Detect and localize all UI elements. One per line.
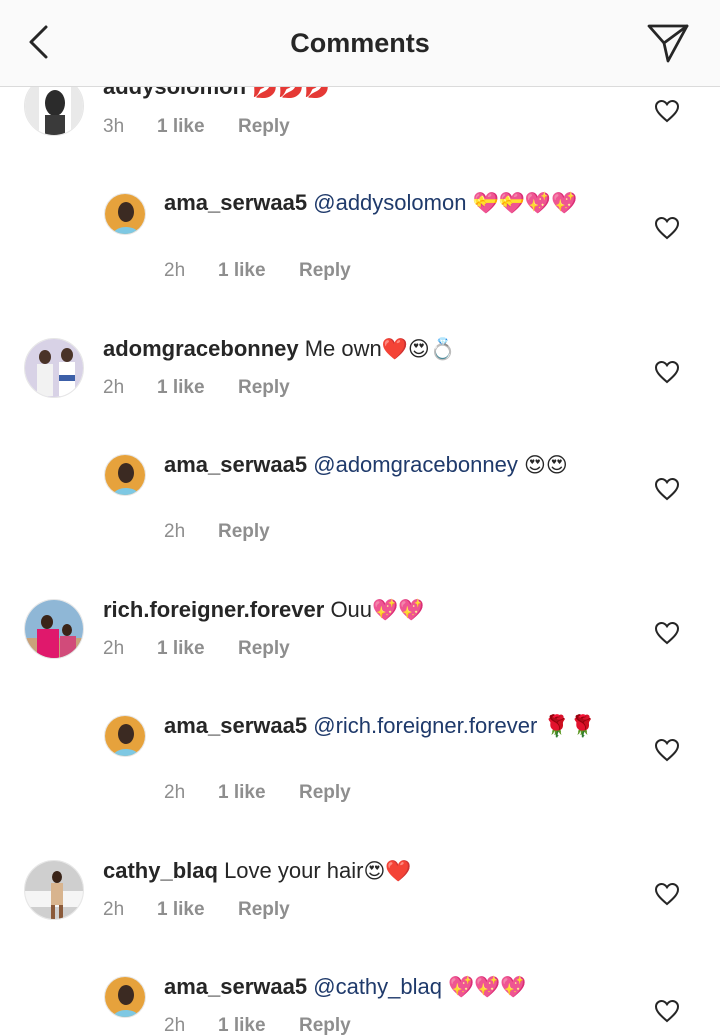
comment-time: 2h bbox=[103, 377, 125, 398]
heart-outline-icon[interactable] bbox=[654, 882, 680, 906]
comment-emoji: 😍😍 bbox=[523, 453, 568, 477]
comment-likes[interactable]: 1 like bbox=[218, 782, 299, 804]
navigation-header: Comments bbox=[0, 0, 720, 87]
comment-username[interactable]: ama_serwaa5 bbox=[164, 974, 307, 999]
comment-time: 2h bbox=[103, 638, 125, 659]
comment-meta: 2h 1 like Reply bbox=[103, 377, 290, 399]
comment-username[interactable]: cathy_blaq bbox=[103, 858, 218, 883]
comment-meta: 2h 1 like Reply bbox=[103, 638, 290, 660]
reply-button[interactable]: Reply bbox=[238, 638, 290, 660]
comment-body: Me own bbox=[304, 336, 382, 361]
comment-time: 3h bbox=[103, 116, 125, 137]
comment-time: 2h bbox=[164, 521, 186, 542]
reply-button[interactable]: Reply bbox=[299, 260, 351, 282]
comment-emoji: 💝💝💖💖 bbox=[472, 191, 578, 215]
comment-emoji: 💖💖💖 bbox=[448, 975, 527, 999]
comment-text: ama_serwaa5 @cathy_blaq 💖💖💖 bbox=[164, 973, 614, 1001]
comment-time: 2h bbox=[164, 1015, 186, 1036]
comment-text: adomgracebonney Me own❤️😍💍 bbox=[103, 335, 633, 363]
comment-meta: 3h 1 like Reply bbox=[103, 116, 290, 138]
mention-link[interactable]: @cathy_blaq bbox=[313, 974, 442, 999]
heart-outline-icon[interactable] bbox=[654, 477, 680, 501]
comment-likes[interactable]: 1 like bbox=[157, 116, 238, 138]
comment-likes[interactable]: 1 like bbox=[218, 1015, 299, 1036]
mention-link[interactable]: @rich.foreigner.forever bbox=[313, 713, 537, 738]
paper-plane-icon bbox=[647, 24, 689, 63]
comments-list[interactable]: addysolomon 💋💋💋 3h 1 like Reply ama_serw… bbox=[0, 0, 720, 1036]
comment-username[interactable]: adomgracebonney bbox=[103, 336, 299, 361]
reply-button[interactable]: Reply bbox=[238, 377, 290, 399]
reply-button[interactable]: Reply bbox=[299, 782, 351, 804]
page-title: Comments bbox=[290, 28, 430, 58]
heart-outline-icon[interactable] bbox=[654, 999, 680, 1023]
comment-text: ama_serwaa5 @rich.foreigner.forever 🌹🌹 bbox=[164, 712, 614, 740]
mention-link[interactable]: @adomgracebonney bbox=[313, 452, 518, 477]
comment-emoji: 💖💖 bbox=[372, 598, 425, 622]
comment-likes[interactable]: 1 like bbox=[157, 899, 238, 921]
heart-outline-icon[interactable] bbox=[654, 216, 680, 240]
reply-button[interactable]: Reply bbox=[299, 1015, 351, 1036]
avatar[interactable] bbox=[104, 976, 146, 1018]
heart-outline-icon[interactable] bbox=[654, 360, 680, 384]
comment-text: rich.foreigner.forever Ouu💖💖 bbox=[103, 596, 633, 624]
comment-time: 2h bbox=[103, 899, 125, 920]
reply-button[interactable]: Reply bbox=[238, 116, 290, 138]
reply-button[interactable]: Reply bbox=[218, 521, 270, 543]
comment-text: ama_serwaa5 @addysolomon 💝💝💖💖 bbox=[164, 189, 614, 217]
avatar[interactable] bbox=[24, 599, 84, 659]
comment-body: Ouu bbox=[330, 597, 373, 622]
heart-outline-icon[interactable] bbox=[654, 99, 680, 123]
comment-username[interactable]: rich.foreigner.forever bbox=[103, 597, 324, 622]
comment-text: cathy_blaq Love your hair😍❤️ bbox=[103, 857, 633, 885]
share-button[interactable] bbox=[644, 20, 692, 66]
comment-username[interactable]: ama_serwaa5 bbox=[164, 452, 307, 477]
avatar[interactable] bbox=[104, 454, 146, 496]
heart-outline-icon[interactable] bbox=[654, 621, 680, 645]
comment-emoji: 🌹🌹 bbox=[543, 714, 596, 738]
heart-outline-icon[interactable] bbox=[654, 738, 680, 762]
comment-username[interactable]: ama_serwaa5 bbox=[164, 713, 307, 738]
comment-likes[interactable]: 1 like bbox=[157, 377, 238, 399]
comment-likes[interactable]: 1 like bbox=[218, 260, 299, 282]
reply-button[interactable]: Reply bbox=[238, 899, 290, 921]
comment-emoji: 😍❤️ bbox=[363, 859, 412, 883]
comment-meta: 2h 1 like Reply bbox=[103, 899, 290, 921]
comment-time: 2h bbox=[164, 260, 186, 281]
avatar[interactable] bbox=[24, 860, 84, 920]
comment-meta: 2h 1 like Reply bbox=[164, 1015, 351, 1036]
comment-meta: 2h 1 like Reply bbox=[164, 260, 351, 282]
avatar[interactable] bbox=[104, 715, 146, 757]
comment-emoji: ❤️😍💍 bbox=[381, 337, 456, 361]
comment-body: Love your hair bbox=[224, 858, 364, 883]
avatar[interactable] bbox=[104, 193, 146, 235]
comment-username[interactable]: ama_serwaa5 bbox=[164, 190, 307, 215]
avatar[interactable] bbox=[24, 338, 84, 398]
comment-meta: 2h 1 like Reply bbox=[164, 782, 351, 804]
comment-likes[interactable]: 1 like bbox=[157, 638, 238, 660]
comment-text: ama_serwaa5 @adomgracebonney 😍😍 bbox=[164, 451, 614, 479]
comment-time: 2h bbox=[164, 782, 186, 803]
comment-meta: 2h Reply bbox=[164, 521, 270, 543]
mention-link[interactable]: @addysolomon bbox=[313, 190, 466, 215]
